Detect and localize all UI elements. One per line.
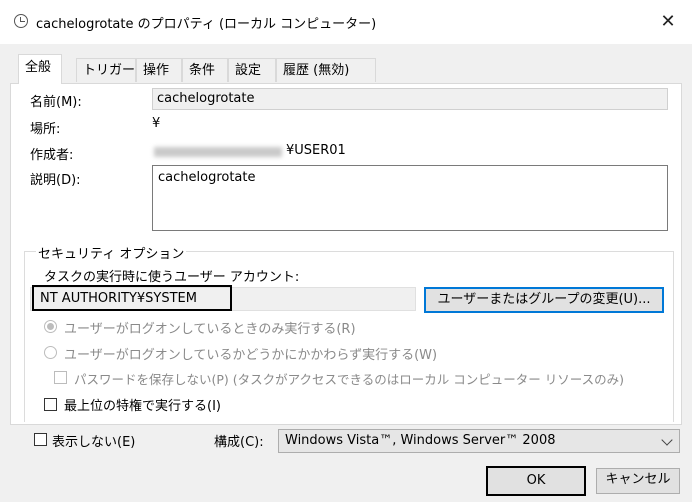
highest-privileges-label: 最上位の特権で実行する(I)	[64, 399, 221, 414]
tab-actions[interactable]: 操作	[136, 58, 182, 82]
tab-settings[interactable]: 設定	[228, 58, 276, 82]
name-label: 名前(M):	[30, 95, 82, 110]
tab-conditions[interactable]: 条件	[182, 58, 228, 82]
hidden-label: 表示しない(E)	[52, 435, 136, 450]
highest-privileges-checkbox[interactable]	[44, 398, 57, 411]
change-user-button[interactable]: ユーザーまたはグループの変更(U)...	[424, 287, 664, 313]
location-value: ¥	[152, 116, 161, 131]
tab-triggers[interactable]: トリガー	[76, 58, 136, 82]
configure-select-value: Windows Vista™, Windows Server™ 2008	[285, 433, 556, 448]
task-clock-icon	[14, 14, 28, 28]
tab-general[interactable]: 全般	[18, 54, 62, 84]
ok-button[interactable]: OK	[486, 466, 586, 496]
no-store-password-label: パスワードを保存しない(P) (タスクがアクセスできるのはローカル コンピュータ…	[74, 372, 624, 387]
description-label: 説明(D):	[30, 173, 81, 188]
configure-select[interactable]: Windows Vista™, Windows Server™ 2008	[278, 429, 680, 453]
window-title: cachelogrotate のプロパティ (ローカル コンピューター)	[36, 17, 377, 32]
name-field[interactable]: cachelogrotate	[152, 88, 668, 110]
security-group-label: セキュリティ オプション	[36, 243, 187, 262]
radio-logged-on[interactable]	[44, 320, 57, 333]
location-label: 場所:	[30, 122, 61, 137]
radio-logged-on-label: ユーザーがログオンしているときのみ実行する(R)	[64, 322, 356, 337]
configure-label: 構成(C):	[214, 435, 264, 450]
author-redacted	[154, 147, 282, 157]
hidden-checkbox[interactable]	[34, 433, 47, 446]
close-button[interactable]: ✕	[650, 6, 686, 38]
description-textarea[interactable]: cachelogrotate	[152, 165, 668, 231]
radio-whether-logged-on[interactable]	[44, 346, 57, 359]
author-value: ¥USER01	[286, 143, 346, 158]
radio-whether-logged-on-label: ユーザーがログオンしているかどうかにかかわらず実行する(W)	[64, 348, 438, 363]
no-store-password-checkbox[interactable]	[54, 371, 67, 384]
cancel-button[interactable]: キャンセル	[596, 468, 680, 494]
author-label: 作成者:	[30, 148, 74, 163]
tab-history[interactable]: 履歴 (無効)	[276, 58, 376, 82]
account-label: タスクの実行時に使うユーザー アカウント:	[44, 270, 300, 285]
account-highlight	[32, 285, 232, 311]
chevron-down-icon	[661, 434, 673, 446]
